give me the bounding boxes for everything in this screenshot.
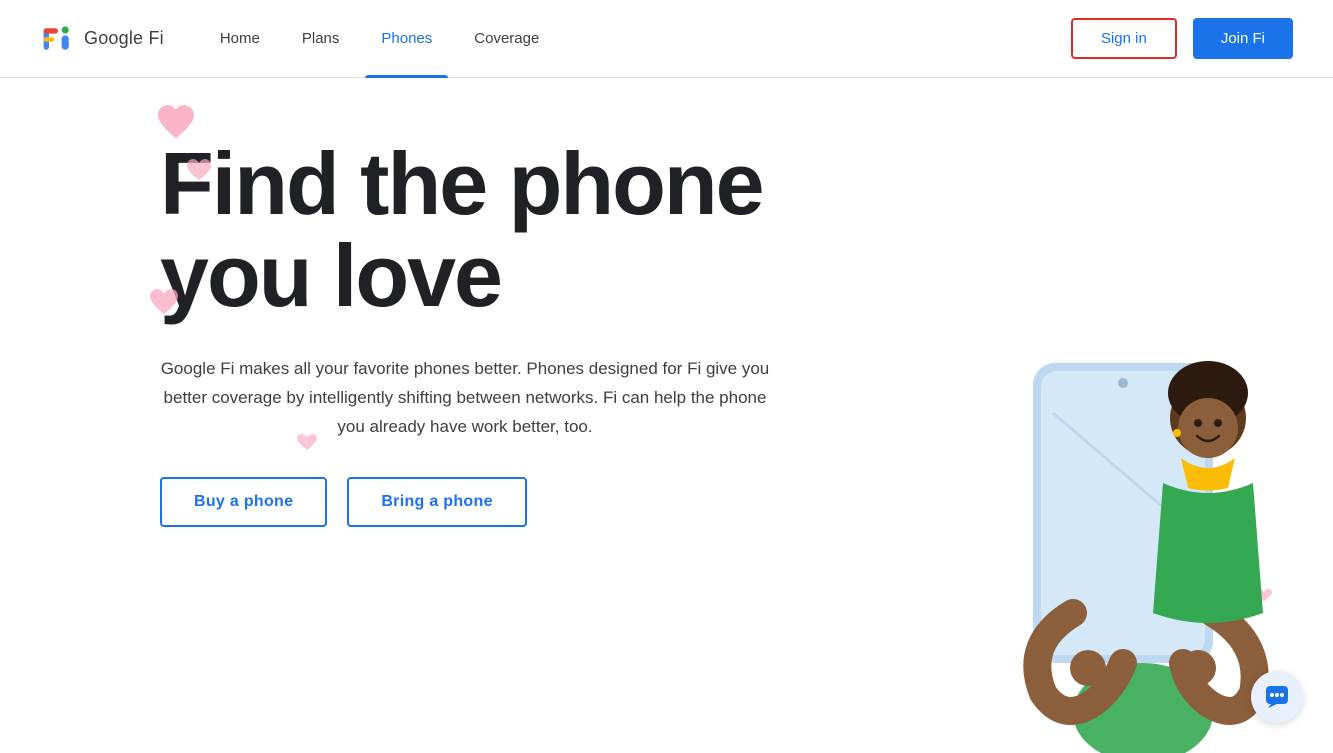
buy-phone-button[interactable]: Buy a phone [160,477,327,527]
nav-item-coverage[interactable]: Coverage [458,0,555,78]
hero-description: Google Fi makes all your favorite phones… [160,355,770,442]
header: Google Fi Home Plans Phones Coverage Sig… [0,0,1333,78]
hero-section: Find the phone you love Google Fi makes … [0,78,1333,753]
logo[interactable]: Google Fi [40,21,164,57]
chat-icon [1264,684,1290,710]
nav-item-phones[interactable]: Phones [365,0,448,78]
heart-bottomleft [296,433,318,452]
nav-item-home[interactable]: Home [204,0,276,78]
hero-title: Find the phone you love [160,138,910,323]
main-nav: Home Plans Phones Coverage [204,0,1071,78]
join-fi-button[interactable]: Join Fi [1193,18,1293,59]
bring-phone-button[interactable]: Bring a phone [347,477,526,527]
heart-topleft-1 [155,103,197,141]
logo-text: Google Fi [84,28,164,49]
sign-in-button[interactable]: Sign in [1071,18,1177,59]
heart-midleft [148,288,180,316]
heart-topleft-2 [185,158,213,182]
header-actions: Sign in Join Fi [1071,18,1293,59]
google-fi-logo-icon [40,21,76,57]
chat-button[interactable] [1251,671,1303,723]
nav-item-plans[interactable]: Plans [286,0,356,78]
